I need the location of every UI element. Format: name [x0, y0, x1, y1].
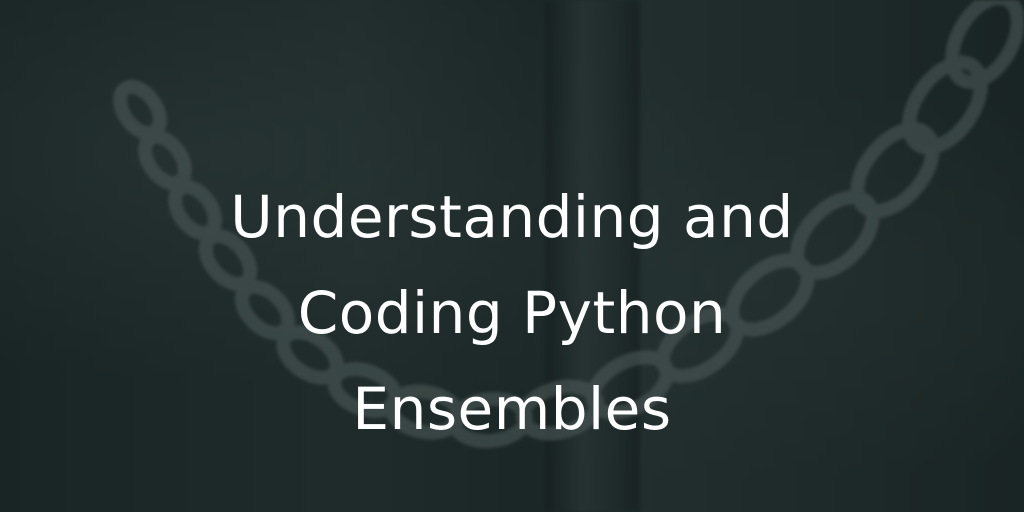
title-banner: Understanding and Coding Python Ensemble… — [0, 0, 1024, 512]
banner-title: Understanding and Coding Python Ensemble… — [0, 169, 1024, 457]
title-line-3: Ensembles — [352, 374, 672, 443]
title-line-1: Understanding and — [230, 182, 794, 251]
title-line-2: Coding Python — [297, 278, 727, 347]
